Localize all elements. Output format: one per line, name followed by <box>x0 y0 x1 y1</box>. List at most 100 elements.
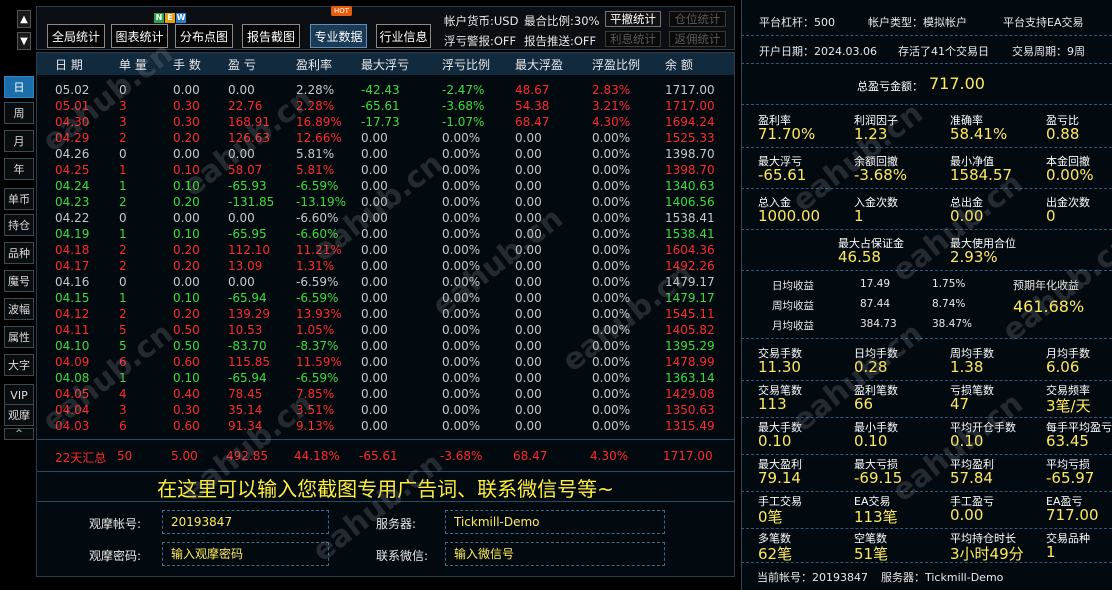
divider <box>741 528 1112 529</box>
column-header-max-float-loss[interactable]: 最大浮亏 <box>361 56 409 73</box>
table-row[interactable]: 04.09 6 0.60 115.85 11.59% 0.00 0.00% 0.00 0.00%… <box>37 355 734 371</box>
position-stats-button[interactable]: 仓位统计 <box>669 11 726 27</box>
table-row[interactable]: 04.10 5 0.50 -83.70 -8.37% 0.00 0.00% 0.00 0.00%… <box>37 339 734 355</box>
side-button-large-font[interactable]: 大字 <box>4 354 34 376</box>
daily-stats-table: 日 期 单 量 手 数 盈 亏 盈利率 最大浮亏 浮亏比例 最大浮盈 浮盈比例 余 额 05.02… <box>36 52 735 577</box>
table-row[interactable]: 04.25 1 0.10 58.07 5.81% 0.00 0.00% 0.00 0.00% 13… <box>37 163 734 179</box>
avg-label: 月均收益 <box>772 320 814 332</box>
table-row[interactable]: 04.17 2 0.20 13.09 1.31% 0.00 0.00% 0.00 0.00% 14… <box>37 259 734 275</box>
cell-profit-rate: -6.59% <box>296 179 339 193</box>
collapse-button[interactable]: ^ <box>4 428 34 440</box>
cell-orders: 5 <box>119 323 127 337</box>
cell-float-loss-ratio: 0.00% <box>442 371 481 385</box>
cell-max-float-loss: 0.00 <box>361 147 388 161</box>
trading-period-text: 交易周期：9周 <box>1012 45 1085 58</box>
side-button-vip[interactable]: VIP <box>4 384 34 406</box>
float-alarm-label[interactable]: 浮亏警报:OFF <box>444 33 516 49</box>
side-button-holdings[interactable]: 持仓 <box>4 214 34 236</box>
scroll-down-button[interactable]: ▼ <box>17 32 31 50</box>
side-button-watch[interactable]: 观摩 <box>4 404 34 426</box>
table-row[interactable]: 04.11 5 0.50 10.53 1.05% 0.00 0.00% 0.00 0.00% 14… <box>37 323 734 339</box>
cell-date: 04.04 <box>55 403 90 417</box>
table-row[interactable]: 04.15 1 0.10 -65.94 -6.59% 0.00 0.00% 0.00 0.00%… <box>37 291 734 307</box>
side-button-year[interactable]: 年 <box>4 158 34 180</box>
global-stats-button[interactable]: 全局统计 <box>47 24 105 48</box>
side-button-magic-number[interactable]: 魔号 <box>4 270 34 292</box>
cell-max-float-profit: 0.00 <box>515 339 542 353</box>
industry-info-button[interactable]: 行业信息 <box>376 24 431 48</box>
side-button-attribute[interactable]: 属性 <box>4 326 34 348</box>
stat-value: 63.45 <box>1046 432 1089 450</box>
table-row[interactable]: 04.22 0 0.00 0.00 -6.60% 0.00 0.00% 0.00 0.00% 15… <box>37 211 734 227</box>
stat-value: 3小时49分 <box>950 545 1024 563</box>
table-row[interactable]: 04.30 3 0.30 168.91 16.89% -17.73 -1.07% 68.47 4… <box>37 115 734 131</box>
account-field[interactable]: 20193847 <box>162 510 329 534</box>
column-header-float-profit-ratio[interactable]: 浮盈比例 <box>592 56 640 73</box>
table-row[interactable]: 04.03 6 0.60 91.34 9.13% 0.00 0.00% 0.00 0.00% 13… <box>37 419 734 435</box>
stat-value: 66 <box>854 395 874 413</box>
column-header-date[interactable]: 日 期 <box>55 56 83 73</box>
cell-profit-rate: -6.60% <box>296 211 339 225</box>
stat-value: 11.30 <box>758 358 801 376</box>
side-button-symbol[interactable]: 品种 <box>4 242 34 264</box>
table-row[interactable]: 05.01 3 0.30 22.76 2.28% -65.61 -3.68% 54.38 3.2… <box>37 99 734 115</box>
cell-float-profit-ratio: 0.00% <box>592 371 631 385</box>
table-row[interactable]: 05.02 0 0.00 0.00 2.28% -42.43 -2.47% 48.67 2.83… <box>37 83 734 99</box>
password-input[interactable]: 输入观摩密码 <box>162 542 329 566</box>
cell-float-profit-ratio: 0.00% <box>592 307 631 321</box>
table-row[interactable]: 04.26 0 0.00 0.00 5.81% 0.00 0.00% 0.00 0.00% 139… <box>37 147 734 163</box>
avg-value: 384.73 <box>860 318 897 330</box>
pro-data-button[interactable]: 专业数据 <box>310 24 367 48</box>
side-button-single-currency[interactable]: 单币 <box>4 188 34 210</box>
cell-float-profit-ratio: 0.00% <box>592 163 631 177</box>
cell-float-loss-ratio: 0.00% <box>442 291 481 305</box>
chart-stats-button[interactable]: 图表统计 <box>111 24 168 48</box>
side-button-month[interactable]: 月 <box>4 130 34 152</box>
cell-orders: 2 <box>119 195 127 209</box>
cell-max-float-loss: -17.73 <box>361 115 400 129</box>
table-row[interactable]: 04.24 1 0.10 -65.93 -6.59% 0.00 0.00% 0.00 0.00%… <box>37 179 734 195</box>
cell-profit: -131.85 <box>228 195 275 209</box>
interest-stats-button[interactable]: 利息统计 <box>605 31 661 47</box>
table-row[interactable]: 04.08 1 0.10 -65.94 -6.59% 0.00 0.00% 0.00 0.00%… <box>37 371 734 387</box>
side-button-day[interactable]: 日 <box>4 76 34 98</box>
cell-profit-rate: 7.85% <box>296 387 335 401</box>
column-header-lots[interactable]: 手 数 <box>173 56 201 73</box>
cell-balance: 1395.29 <box>665 339 715 353</box>
stat-value: 51笔 <box>854 545 889 563</box>
cell-float-loss-ratio: 0.00% <box>442 243 481 257</box>
cell-balance: 1479.17 <box>665 275 715 289</box>
side-button-week[interactable]: 周 <box>4 102 34 124</box>
wechat-input[interactable]: 输入微信号 <box>445 542 665 566</box>
cell-lots: 0.60 <box>173 355 200 369</box>
table-row[interactable]: 04.16 0 0.00 0.00 -6.59% 0.00 0.00% 0.00 0.00% 14… <box>37 275 734 291</box>
cell-balance: 1429.08 <box>665 387 715 401</box>
table-row[interactable]: 04.18 2 0.20 112.10 11.21% 0.00 0.00% 0.00 0.00%… <box>37 243 734 259</box>
column-header-profit-rate[interactable]: 盈利率 <box>296 56 332 73</box>
scroll-up-button[interactable]: ▲ <box>17 10 31 28</box>
column-header-max-float-profit[interactable]: 最大浮盈 <box>515 56 563 73</box>
cell-lots: 0.60 <box>173 419 200 433</box>
table-row[interactable]: 04.05 4 0.40 78.45 7.85% 0.00 0.00% 0.00 0.00% 14… <box>37 387 734 403</box>
table-row[interactable]: 04.04 3 0.30 35.14 3.51% 0.00 0.00% 0.00 0.00% 13… <box>37 403 734 419</box>
distribution-chart-button[interactable]: 分布点图 <box>175 24 233 48</box>
table-row[interactable]: 04.12 2 0.20 139.29 13.93% 0.00 0.00% 0.00 0.00%… <box>37 307 734 323</box>
up-arrow-icon: ▲ <box>20 13 28 25</box>
divider <box>741 104 1112 105</box>
column-header-profit[interactable]: 盈 亏 <box>228 56 256 73</box>
column-header-balance[interactable]: 余 额 <box>665 56 693 73</box>
report-screenshot-button[interactable]: 报告截图 <box>242 24 300 48</box>
divider <box>741 229 1112 230</box>
cell-max-float-profit: 0.00 <box>515 211 542 225</box>
new-badge-e: E <box>165 13 175 23</box>
cancel-stats-button[interactable]: 平撤统计 <box>605 11 661 27</box>
table-row[interactable]: 04.19 1 0.10 -65.95 -6.60% 0.00 0.00% 0.00 0.00%… <box>37 227 734 243</box>
server-field[interactable]: Tickmill-Demo <box>445 510 665 534</box>
rebate-stats-button[interactable]: 返佣统计 <box>669 31 726 47</box>
report-push-label[interactable]: 报告推送:OFF <box>524 33 596 49</box>
column-header-float-loss-ratio[interactable]: 浮亏比例 <box>442 56 490 73</box>
column-header-orders[interactable]: 单 量 <box>119 56 147 73</box>
table-row[interactable]: 04.23 2 0.20 -131.85 -13.19% 0.00 0.00% 0.00 0.0… <box>37 195 734 211</box>
side-button-volatility[interactable]: 波幅 <box>4 298 34 320</box>
table-row[interactable]: 04.29 2 0.20 126.63 12.66% 0.00 0.00% 0.00 0.00%… <box>37 131 734 147</box>
